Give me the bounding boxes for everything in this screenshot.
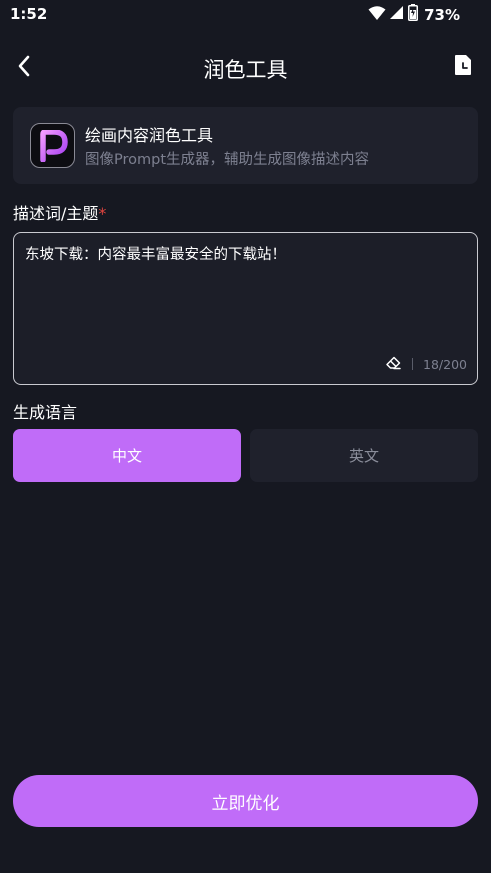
language-label: 生成语言 [13, 403, 78, 422]
document-clock-icon [454, 54, 472, 80]
status-time: 1:52 [10, 5, 48, 23]
required-mark: * [98, 204, 107, 223]
language-option-chinese[interactable]: 中文 [13, 429, 241, 482]
optimize-button[interactable]: 立即优化 [13, 775, 478, 827]
history-button[interactable] [450, 54, 476, 80]
char-count: 18/200 [423, 356, 467, 372]
description-label-text: 描述词/主题 [13, 204, 99, 223]
description-label: 描述词/主题* [13, 200, 106, 224]
status-indicators: 73% [368, 4, 460, 25]
battery-percent: 73% [424, 5, 460, 24]
eraser-icon [385, 355, 401, 374]
description-input[interactable]: 东坡下载：内容最丰富最安全的下载站！ 18/200 [13, 232, 478, 385]
tool-description: 图像Prompt生成器，辅助生成图像描述内容 [85, 152, 370, 168]
clear-button[interactable] [384, 355, 402, 373]
battery-charging-icon [408, 4, 419, 25]
polish-tool-screen: 1:52 73% 润色工具 绘画内容润色工具 图像Prompt生成器，辅助生成图… [0, 0, 491, 873]
status-bar: 1:52 73% [0, 0, 491, 28]
description-footer: 18/200 [384, 355, 467, 373]
page-title: 润色工具 [203, 58, 288, 82]
language-option-english[interactable]: 英文 [250, 429, 478, 482]
description-value[interactable]: 东坡下载：内容最丰富最安全的下载站！ [25, 245, 466, 265]
tool-name: 绘画内容润色工具 [85, 126, 214, 145]
tool-info-card: 绘画内容润色工具 图像Prompt生成器，辅助生成图像描述内容 [13, 107, 478, 184]
p-logo-icon [30, 123, 75, 168]
app-header: 润色工具 [0, 44, 491, 92]
footer-divider [412, 358, 414, 370]
wifi-icon [368, 5, 386, 25]
signal-icon [390, 5, 404, 24]
